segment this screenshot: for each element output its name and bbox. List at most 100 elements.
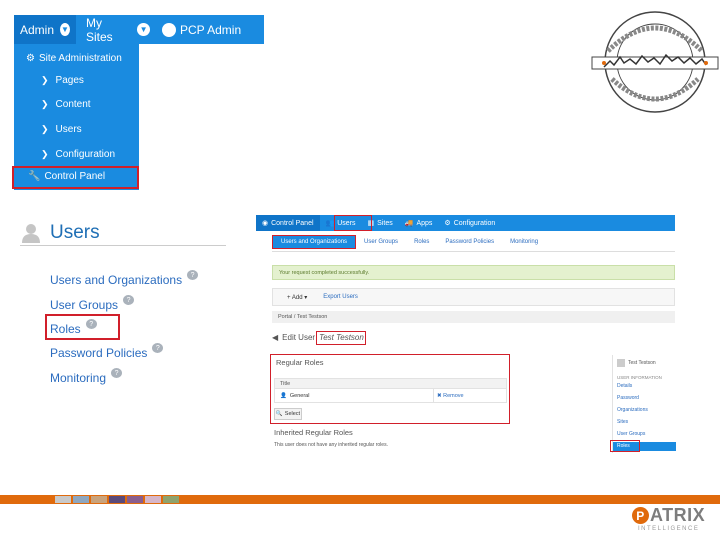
- chevron-right-icon: ❯: [41, 75, 49, 85]
- users-panel: Users: [20, 220, 230, 246]
- menu-item-content[interactable]: ❯ Content: [41, 99, 91, 110]
- remove-role-link[interactable]: ✖ Remove: [437, 393, 464, 399]
- link-user-groups[interactable]: User Groups ?: [50, 295, 135, 312]
- cp-toolbar: + Add ▾ Export Users: [272, 288, 675, 306]
- side-link-sites[interactable]: Sites: [617, 419, 628, 425]
- link-monitoring[interactable]: Monitoring ?: [50, 368, 123, 385]
- event-seal-logo: [591, 11, 719, 113]
- cp-topbar-apps[interactable]: 🚚 Apps: [399, 215, 439, 231]
- cp-topbar-configuration[interactable]: ⚙ Configuration: [438, 215, 501, 231]
- menu-item-users[interactable]: ❯ Users: [41, 124, 82, 135]
- side-roles-highlight: [610, 440, 640, 452]
- cp-topbar: ◉ Control Panel 👥 Users ▦ Sites 🚚 Apps ⚙…: [256, 215, 675, 231]
- help-icon[interactable]: ?: [123, 295, 135, 305]
- chevron-right-icon: ❯: [41, 124, 49, 134]
- user-name-highlight: [316, 331, 366, 345]
- menu-item-label: Pages: [55, 75, 84, 86]
- logo-initial: P: [632, 507, 649, 524]
- table-row: 👤 General ✖ Remove: [274, 389, 507, 403]
- divider: [20, 245, 226, 246]
- roles-highlight: [45, 314, 120, 340]
- logo-subtitle: INTELLIGENCE: [638, 526, 700, 532]
- site-administration-item[interactable]: ⚙ Site Administration: [26, 53, 122, 64]
- role-title: General: [289, 392, 310, 399]
- divider: [433, 389, 434, 403]
- cp-topbar-label: Sites: [377, 219, 393, 227]
- admin-dockbar: Admin ▼ My Sites ▼ PCP Admin: [14, 15, 264, 44]
- export-users-link[interactable]: Export Users: [323, 294, 358, 300]
- users-header: Users: [20, 220, 230, 246]
- edit-user-label: Edit User: [282, 333, 316, 342]
- color-swatch: [127, 496, 143, 503]
- user-icon: 👤: [280, 392, 287, 399]
- column-title: Title: [280, 380, 291, 387]
- user-label: PCP Admin: [180, 22, 242, 37]
- link-label: Password Policies: [50, 346, 148, 360]
- tab-password-policies[interactable]: Password Policies: [437, 235, 502, 249]
- cp-topbar-label: Configuration: [453, 219, 496, 227]
- remove-label: Remove: [443, 392, 464, 399]
- control-panel-label: Control Panel: [44, 171, 106, 182]
- link-users-and-organizations[interactable]: Users and Organizations ?: [50, 270, 199, 287]
- users-title: Users: [50, 222, 100, 243]
- side-link-password[interactable]: Password: [617, 395, 639, 401]
- admin-menu-button[interactable]: Admin ▼: [14, 15, 76, 44]
- color-swatches: [55, 496, 181, 503]
- avatar: [162, 22, 176, 37]
- cp-topbar-label: Control Panel: [271, 219, 314, 227]
- cp-tabs: Users and Organizations User Groups Role…: [272, 235, 546, 249]
- cp-topbar-label: Apps: [416, 219, 433, 227]
- menu-item-pages[interactable]: ❯ Pages: [41, 75, 84, 86]
- gear-icon: ⚙: [444, 220, 451, 227]
- cp-topbar-control-panel[interactable]: ◉ Control Panel: [256, 215, 320, 231]
- link-label: User Groups: [50, 298, 119, 312]
- wrench-icon: 🔧: [28, 171, 41, 182]
- menu-item-label: Content: [55, 99, 91, 110]
- link-label: Users and Organizations: [50, 273, 183, 287]
- inherited-roles-note: This user does not have any inherited re…: [274, 442, 388, 448]
- color-swatch: [91, 496, 107, 503]
- help-icon[interactable]: ?: [152, 343, 164, 353]
- success-alert: Your request completed successfully.: [272, 265, 675, 280]
- side-link-organizations[interactable]: Organizations: [617, 407, 648, 413]
- side-link-details[interactable]: Details: [617, 383, 632, 389]
- user-icon: [22, 224, 40, 243]
- help-icon[interactable]: ?: [187, 270, 199, 280]
- color-swatch: [109, 496, 125, 503]
- admin-label: Admin: [20, 22, 55, 37]
- back-icon[interactable]: ◀: [272, 333, 278, 342]
- link-password-policies[interactable]: Password Policies ?: [50, 343, 164, 360]
- site-administration-label: Site Administration: [38, 53, 122, 64]
- menu-item-control-panel[interactable]: 🔧 Control Panel: [28, 171, 105, 182]
- user-side-nav: Test Testson USER INFORMATION Details Pa…: [612, 355, 676, 453]
- color-swatch: [163, 496, 179, 503]
- help-icon[interactable]: ?: [111, 368, 123, 378]
- avatar: [617, 359, 625, 367]
- breadcrumb: Portal / Test Testson: [272, 311, 675, 323]
- select-button[interactable]: 🔍 Select: [274, 408, 302, 420]
- add-button[interactable]: + Add ▾: [287, 294, 307, 301]
- side-section-title: USER INFORMATION: [617, 375, 662, 380]
- menu-item-configuration[interactable]: ❯ Configuration: [41, 149, 115, 160]
- link-label: Monitoring: [50, 371, 107, 385]
- logo-text: ATRIX: [650, 505, 706, 525]
- side-link-user-groups[interactable]: User Groups: [617, 431, 645, 437]
- chevron-right-icon: ❯: [41, 149, 49, 159]
- tab-monitoring[interactable]: Monitoring: [502, 235, 546, 249]
- search-icon: 🔍: [275, 411, 283, 417]
- gear-icon: ⚙: [26, 53, 35, 64]
- chevron-down-icon: ▼: [60, 23, 70, 36]
- side-user-header: Test Testson: [613, 355, 676, 371]
- user-menu-button[interactable]: PCP Admin: [156, 15, 264, 44]
- tab-users-and-organizations[interactable]: Users and Organizations: [272, 235, 357, 249]
- side-user-name: Test Testson: [628, 360, 656, 366]
- add-label: Add: [291, 294, 303, 301]
- my-sites-button[interactable]: My Sites ▼: [76, 15, 156, 44]
- cp-users-highlight: [334, 215, 372, 231]
- table-header: Title: [274, 378, 507, 389]
- control-panel-screenshot: ◉ Control Panel 👥 Users ▦ Sites 🚚 Apps ⚙…: [256, 215, 676, 455]
- apps-icon: 🚚: [404, 220, 414, 227]
- tab-roles[interactable]: Roles: [406, 235, 437, 249]
- chevron-down-icon: ▼: [137, 23, 150, 36]
- tab-user-groups[interactable]: User Groups: [356, 235, 406, 249]
